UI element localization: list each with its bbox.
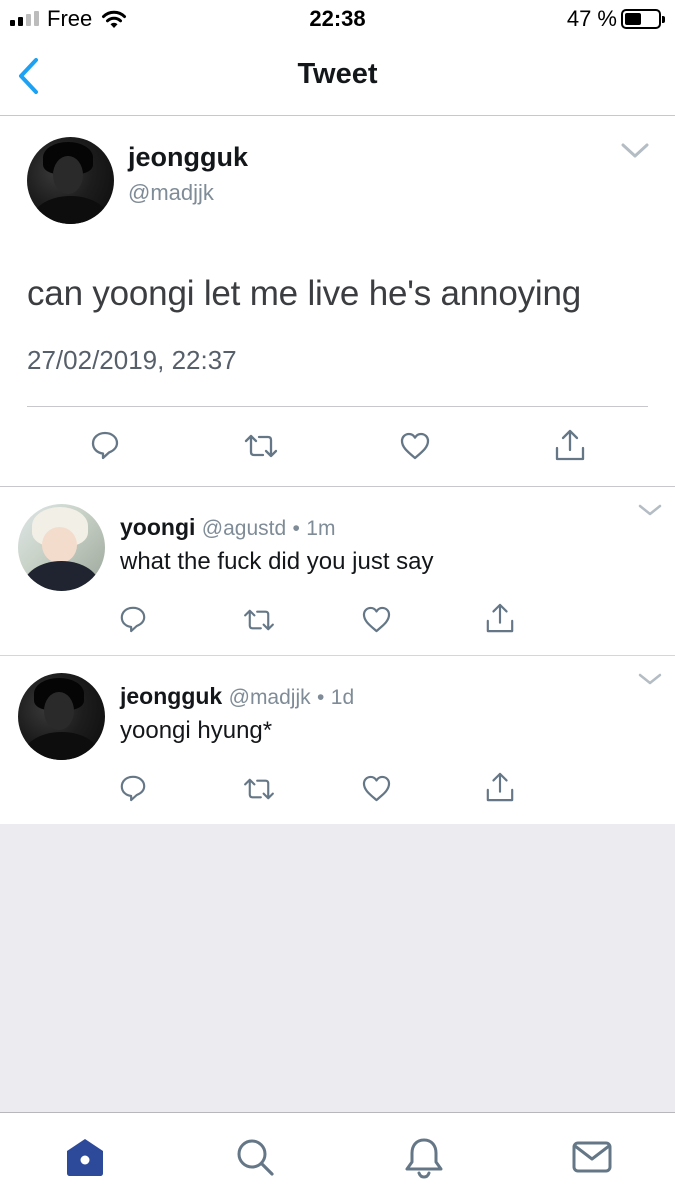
author-handle[interactable]: @agustd xyxy=(202,517,286,540)
reply-time: 1m xyxy=(306,517,336,540)
avatar[interactable] xyxy=(27,137,114,224)
search-icon[interactable] xyxy=(233,1135,277,1179)
like-heart-icon[interactable] xyxy=(362,606,391,633)
chevron-down-icon[interactable] xyxy=(620,142,650,160)
reply-tweet[interactable]: yoongi @agustd • 1m what the fuck did yo… xyxy=(0,487,675,656)
reply-icon[interactable] xyxy=(119,774,147,802)
reply-text: yoongi hyung* xyxy=(120,717,273,744)
chevron-down-icon[interactable] xyxy=(638,504,662,518)
home-icon[interactable] xyxy=(63,1135,107,1179)
battery-icon xyxy=(621,9,665,29)
share-icon[interactable] xyxy=(485,771,515,803)
separator-dot: • xyxy=(292,517,300,540)
main-tweet: jeongguk @madjjk can yoongi let me live … xyxy=(0,116,675,487)
notifications-bell-icon[interactable] xyxy=(402,1135,446,1179)
like-heart-icon[interactable] xyxy=(362,775,391,802)
separator-dot: • xyxy=(317,686,325,709)
empty-background xyxy=(0,824,675,1112)
reply-time: 1d xyxy=(330,686,355,709)
reply-header: yoongi @agustd • 1m xyxy=(120,514,335,541)
author-display-name[interactable]: jeongguk xyxy=(120,683,222,709)
author-handle[interactable]: @madjjk xyxy=(229,686,311,709)
author-display-name[interactable]: yoongi xyxy=(120,514,195,540)
divider xyxy=(27,406,648,407)
reply-text: what the fuck did you just say xyxy=(120,548,434,575)
tab-bar xyxy=(0,1112,675,1200)
share-icon[interactable] xyxy=(554,428,586,462)
avatar[interactable] xyxy=(18,504,105,591)
battery-percentage: 47 % xyxy=(566,6,617,31)
like-heart-icon[interactable] xyxy=(400,432,430,460)
tweet-timestamp: 27/02/2019, 22:37 xyxy=(27,345,237,375)
retweet-icon[interactable] xyxy=(243,777,275,801)
page-title: Tweet xyxy=(297,58,378,90)
retweet-icon[interactable] xyxy=(243,608,275,632)
author-display-name[interactable]: jeongguk xyxy=(128,142,248,173)
reply-tweet[interactable]: jeongguk @madjjk • 1d yoongi hyung* xyxy=(0,656,675,824)
tweet-text: can yoongi let me live he's annoying xyxy=(27,274,581,313)
share-icon[interactable] xyxy=(485,602,515,634)
status-bar: Free 22:38 47 % xyxy=(0,0,675,38)
reply-icon[interactable] xyxy=(119,605,147,633)
reply-icon[interactable] xyxy=(90,430,120,460)
author-handle[interactable]: @madjjk xyxy=(128,180,214,206)
avatar[interactable] xyxy=(18,673,105,760)
reply-header: jeongguk @madjjk • 1d xyxy=(120,683,354,710)
navigation-bar: Tweet xyxy=(0,38,675,116)
retweet-icon[interactable] xyxy=(244,433,278,459)
chevron-down-icon[interactable] xyxy=(638,673,662,687)
messages-envelope-icon[interactable] xyxy=(570,1135,614,1179)
